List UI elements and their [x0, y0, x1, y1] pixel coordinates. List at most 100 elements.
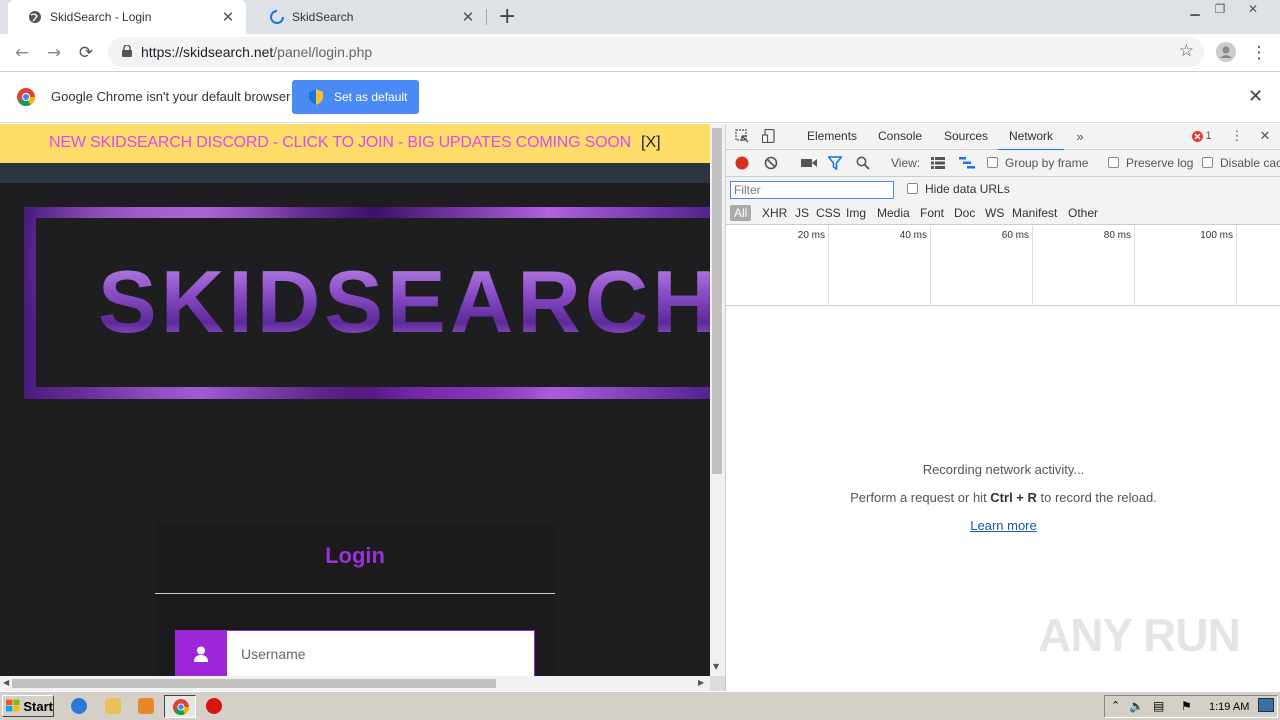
search-icon[interactable] [856, 156, 870, 173]
menu-dots-icon[interactable]: ⋮ [1247, 41, 1271, 65]
tab-skidsearch-login[interactable]: SkidSearch - Login ✕ [8, 0, 246, 34]
type-filter-xhr[interactable]: XHR [762, 206, 787, 220]
timeline-tick: 100 ms [1135, 226, 1237, 306]
reload-icon[interactable]: ⟳ [74, 41, 98, 65]
scrollbar-corner [710, 676, 725, 691]
close-tab-icon[interactable]: ✕ [220, 8, 236, 26]
chrome-taskbar-button[interactable] [164, 695, 196, 718]
scroll-left-arrow-icon[interactable]: ◀ [3, 678, 9, 687]
scrollbar-thumb[interactable] [712, 128, 722, 474]
device-toolbar-icon[interactable] [761, 128, 777, 144]
nav-strip [0, 163, 710, 183]
type-filter-img[interactable]: Img [846, 206, 866, 220]
reload-hint: Perform a request or hit Ctrl + R to rec… [850, 490, 1157, 505]
infobar-message: Google Chrome isn't your default browser [51, 89, 291, 104]
new-tab-plus-icon[interactable]: + [498, 4, 516, 29]
system-tray: ⌃ 🔈 ▤ ⚑ 1:19 AM [1104, 695, 1278, 718]
disable-cache-label: Disable cac [1220, 156, 1280, 170]
default-browser-infobar: Google Chrome isn't your default browser… [0, 72, 1280, 123]
close-window-icon[interactable]: ✕ [1241, 0, 1265, 18]
hide-data-urls-checkbox[interactable] [907, 183, 918, 194]
more-tabs-chevron-icon[interactable]: » [1072, 128, 1088, 144]
large-rows-icon[interactable] [931, 157, 945, 172]
close-devtools-icon[interactable]: ✕ [1257, 128, 1273, 144]
tab-network[interactable]: Network [998, 129, 1065, 151]
tab-sources[interactable]: Sources [944, 129, 988, 143]
type-filter-css[interactable]: CSS [816, 206, 841, 220]
user-icon [175, 630, 226, 676]
forward-arrow-icon[interactable]: → [42, 41, 66, 65]
group-by-frame-label: Group by frame [1005, 156, 1089, 170]
capture-screenshots-icon[interactable] [801, 157, 817, 172]
page-vertical-scrollbar[interactable]: ▼ [710, 124, 725, 676]
windows-logo-icon [6, 699, 20, 712]
inspect-element-icon[interactable] [734, 128, 750, 144]
scroll-right-arrow-icon[interactable]: ▶ [698, 678, 704, 687]
username-input[interactable] [226, 630, 535, 676]
disable-cache-checkbox[interactable] [1202, 157, 1213, 168]
banner-close-button[interactable]: [X] [641, 134, 661, 152]
error-icon [1192, 130, 1204, 142]
hide-data-urls-label: Hide data URLs [925, 182, 1010, 196]
tab-title: SkidSearch - Login [50, 10, 152, 24]
preserve-log-label: Preserve log [1126, 156, 1194, 170]
network-toolbar: View: Group by frame Preserve log Disabl… [726, 150, 1280, 177]
site-logo-text: SKIDSEARCH [98, 251, 710, 353]
action-center-flag-icon[interactable]: ⚑ [1181, 699, 1192, 713]
address-bar[interactable]: https://skidsearch.net/panel/login.php ☆ [108, 37, 1204, 67]
error-count-badge[interactable]: 1 [1190, 128, 1214, 144]
profile-avatar-icon[interactable] [1214, 40, 1238, 64]
minimize-icon[interactable]: ▁ [1183, 0, 1207, 18]
timeline-tick: 40 ms [829, 226, 931, 306]
recording-message: Recording network activity... [922, 462, 1085, 477]
clock: 1:19 AM [1209, 701, 1250, 713]
preserve-log-checkbox[interactable] [1108, 157, 1119, 168]
learn-more-link[interactable]: Learn more [726, 518, 1280, 533]
start-button[interactable]: Start [2, 695, 54, 717]
type-filter-all[interactable]: All [730, 205, 752, 221]
back-arrow-icon[interactable]: ← [10, 41, 34, 65]
stop-app-icon[interactable] [206, 698, 222, 714]
type-filter-manifest[interactable]: Manifest [1012, 206, 1057, 220]
volume-icon[interactable]: 🔈 [1129, 699, 1144, 713]
type-filter-ws[interactable]: WS [985, 206, 1004, 220]
type-filter-doc[interactable]: Doc [954, 206, 975, 220]
web-page: NEW SKIDSEARCH DISCORD - CLICK TO JOIN -… [0, 124, 710, 676]
devtools-menu-icon[interactable]: ⋮ [1229, 128, 1245, 144]
close-tab-icon[interactable]: ✕ [460, 8, 476, 26]
login-card: Login [155, 523, 555, 676]
banner-text[interactable]: NEW SKIDSEARCH DISCORD - CLICK TO JOIN -… [49, 134, 631, 152]
page-horizontal-scrollbar[interactable]: ◀ ▶ [0, 676, 710, 691]
filter-icon[interactable] [826, 156, 844, 173]
close-infobar-icon[interactable]: ✕ [1248, 86, 1263, 107]
waterfall-overview-icon[interactable] [959, 157, 975, 172]
scrollbar-thumb[interactable] [12, 679, 496, 688]
anyrun-watermark-logo: ANY RUN [1038, 609, 1241, 661]
show-hidden-icons-arrow-icon[interactable]: ⌃ [1111, 699, 1120, 712]
tab-skidsearch[interactable]: SkidSearch ✕ [250, 0, 486, 34]
lock-icon [122, 44, 132, 57]
network-overview-timeline[interactable]: 20 ms 40 ms 60 ms 80 ms 100 ms [726, 226, 1280, 306]
type-filter-font[interactable]: Font [920, 206, 944, 220]
tab-console[interactable]: Console [878, 129, 922, 143]
type-filter-media[interactable]: Media [877, 206, 910, 220]
explorer-folder-icon[interactable] [105, 698, 121, 714]
type-filter-other[interactable]: Other [1068, 206, 1098, 220]
type-filter-js[interactable]: JS [795, 206, 809, 220]
media-player-icon[interactable] [138, 698, 154, 714]
clear-icon[interactable] [764, 156, 778, 173]
discord-banner[interactable]: NEW SKIDSEARCH DISCORD - CLICK TO JOIN -… [0, 124, 710, 163]
ie-icon[interactable] [71, 698, 87, 714]
group-by-frame-checkbox[interactable] [987, 157, 998, 168]
tab-elements[interactable]: Elements [807, 129, 857, 143]
logo-banner: SKIDSEARCH [24, 207, 710, 399]
restore-icon[interactable]: ❐ [1208, 0, 1232, 18]
scroll-down-arrow-icon[interactable]: ▼ [713, 662, 719, 671]
record-button-icon[interactable] [735, 156, 749, 173]
network-icon[interactable]: ▤ [1153, 699, 1164, 713]
filter-input[interactable] [730, 181, 894, 199]
loading-spinner-icon [270, 10, 284, 24]
bookmark-star-icon[interactable]: ☆ [1179, 41, 1194, 61]
show-desktop-icon[interactable] [1258, 698, 1274, 712]
set-as-default-button[interactable]: Set as default [292, 80, 419, 114]
